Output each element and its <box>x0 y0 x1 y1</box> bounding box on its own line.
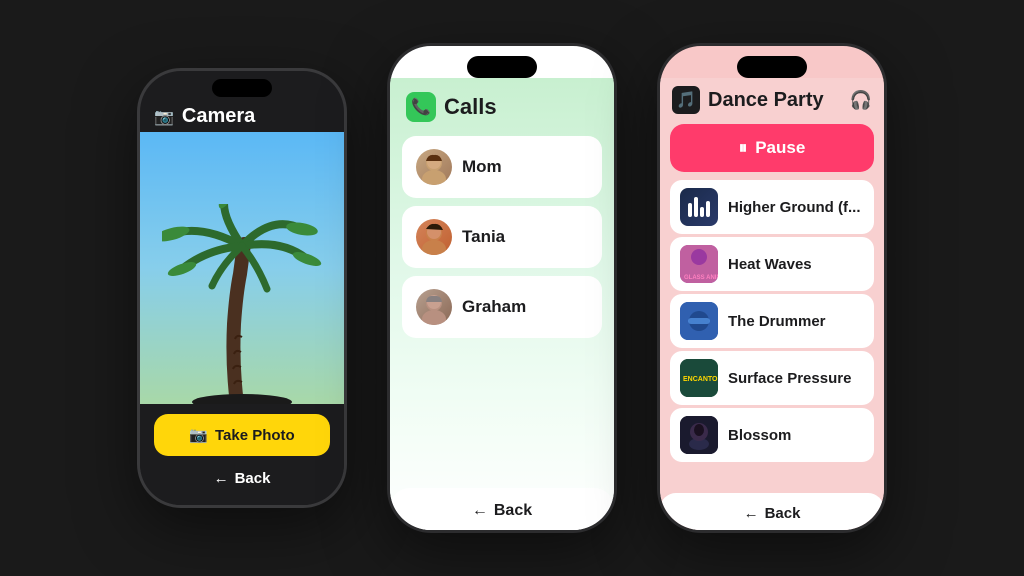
dance-back-label: Back <box>765 505 801 522</box>
song-thumb-higher <box>680 188 718 226</box>
dance-screen: 🎵 Dance Party 🎧 ⏸ Pause Higher Ground (f <box>660 78 884 530</box>
contact-graham[interactable]: Graham <box>402 276 602 338</box>
song-name-drummer: The Drummer <box>728 313 826 330</box>
song-heat-waves[interactable]: GLASS ANIMALS Heat Waves <box>670 237 874 291</box>
contact-tania[interactable]: Tania <box>402 206 602 268</box>
song-thumb-surface: ENCANTO <box>680 359 718 397</box>
take-photo-button[interactable]: 📷 Take Photo <box>154 414 330 456</box>
calls-title: Calls <box>444 94 497 120</box>
svg-text:ENCANTO: ENCANTO <box>683 376 718 383</box>
svg-text:GLASS ANIMALS: GLASS ANIMALS <box>684 275 718 281</box>
dance-phone: 🎵 Dance Party 🎧 ⏸ Pause Higher Ground (f <box>657 43 887 533</box>
pause-button[interactable]: ⏸ Pause <box>670 124 874 172</box>
camera-header: 📷 Camera <box>140 97 344 132</box>
camera-screen: 📷 Camera <box>140 97 344 505</box>
song-name-heat-waves: Heat Waves <box>728 256 812 273</box>
headphone-icon: 🎧 <box>850 90 872 111</box>
song-blossom[interactable]: Blossom <box>670 408 874 462</box>
calls-back-label: Back <box>494 502 532 520</box>
pause-label: Pause <box>755 138 805 158</box>
contact-name-tania: Tania <box>462 227 505 247</box>
dynamic-island <box>212 79 272 97</box>
avatar-mom <box>416 149 452 185</box>
dance-back-button[interactable]: ← Back <box>660 493 884 530</box>
camera-title: Camera <box>182 105 255 128</box>
camera-btn-icon: 📷 <box>189 426 208 444</box>
camera-icon: 📷 <box>154 107 174 127</box>
playing-bars-icon <box>688 197 710 217</box>
music-app-icon: 🎵 <box>672 86 700 114</box>
calls-back-button[interactable]: ← Back <box>390 488 614 530</box>
dance-title: Dance Party <box>708 89 842 112</box>
song-higher-ground[interactable]: Higher Ground (f... <box>670 180 874 234</box>
pause-icon: ⏸ <box>739 138 748 158</box>
song-name-blossom: Blossom <box>728 427 791 444</box>
song-list: Higher Ground (f... GLASS ANIMALS Heat W… <box>660 178 884 493</box>
song-thumb-heatwaves: GLASS ANIMALS <box>680 245 718 283</box>
contact-name-mom: Mom <box>462 157 502 177</box>
dance-header: 🎵 Dance Party 🎧 <box>660 78 884 124</box>
calls-list: Mom Tania <box>390 132 614 342</box>
song-name-higher: Higher Ground (f... <box>728 199 861 216</box>
dance-dynamic-island <box>737 56 807 78</box>
calls-back-arrow: ← <box>472 502 488 520</box>
camera-back-button[interactable]: ← Back <box>154 462 330 495</box>
avatar-tania <box>416 219 452 255</box>
calls-screen: 📞 Calls Mom <box>390 78 614 530</box>
calls-header: 📞 Calls <box>390 86 614 132</box>
song-name-surface: Surface Pressure <box>728 370 851 387</box>
song-surface-pressure[interactable]: ENCANTO Surface Pressure <box>670 351 874 405</box>
song-the-drummer[interactable]: The Drummer <box>670 294 874 348</box>
camera-controls: 📷 Take Photo ← Back <box>140 404 344 505</box>
avatar-graham <box>416 289 452 325</box>
contact-mom[interactable]: Mom <box>402 136 602 198</box>
take-photo-label: Take Photo <box>215 427 295 444</box>
song-thumb-blossom <box>680 416 718 454</box>
phone-icon: 📞 <box>406 92 436 122</box>
back-arrow-icon: ← <box>214 470 229 487</box>
calls-dynamic-island <box>467 56 537 78</box>
song-thumb-drummer <box>680 302 718 340</box>
dance-back-arrow: ← <box>744 505 759 522</box>
camera-back-label: Back <box>235 470 271 487</box>
calls-phone: 📞 Calls Mom <box>387 43 617 533</box>
camera-viewfinder[interactable] <box>140 132 344 404</box>
contact-name-graham: Graham <box>462 297 526 317</box>
palm-tree-image <box>162 204 322 404</box>
camera-phone: 📷 Camera <box>137 68 347 508</box>
